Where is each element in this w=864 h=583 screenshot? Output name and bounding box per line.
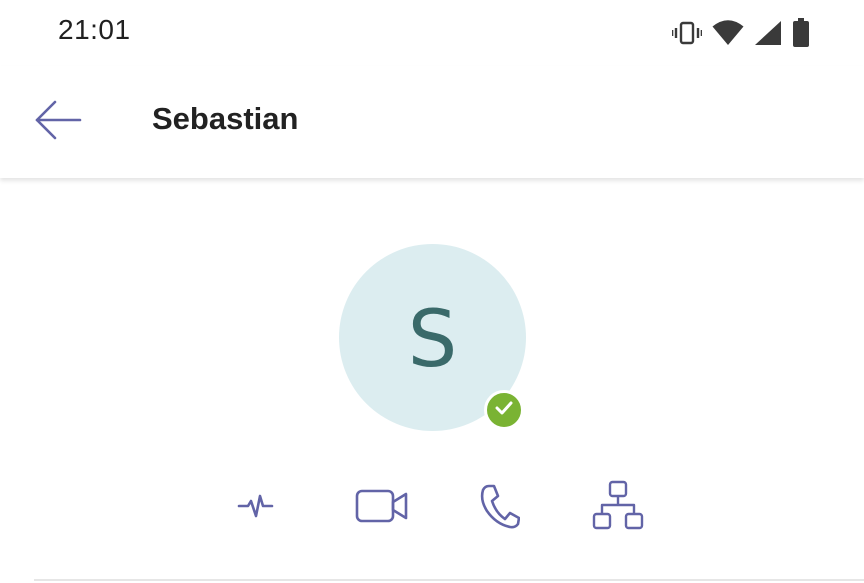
- activity-button[interactable]: [232, 478, 280, 538]
- back-button[interactable]: [30, 94, 86, 150]
- divider: [34, 579, 864, 581]
- org-chart-icon: [592, 480, 644, 537]
- status-bar: 21:01: [0, 0, 864, 66]
- app-bar: Sebastian: [0, 66, 864, 178]
- cellular-signal-icon: [754, 20, 782, 46]
- org-chart-button[interactable]: [592, 478, 644, 538]
- battery-icon: [792, 18, 810, 48]
- presence-badge: [484, 390, 524, 430]
- status-icons: [672, 17, 810, 49]
- arrow-left-icon: [34, 100, 82, 145]
- video-camera-icon: [355, 488, 409, 529]
- avatar-initial: S: [407, 294, 458, 385]
- wifi-icon: [712, 20, 744, 46]
- profile-screen: 21:01 Sebastian S: [0, 0, 864, 583]
- action-row: [0, 478, 864, 538]
- video-call-button[interactable]: [355, 478, 409, 538]
- vibrate-icon: [672, 20, 702, 46]
- activity-pulse-icon: [236, 488, 276, 529]
- status-time: 21:01: [58, 14, 131, 45]
- page-title: Sebastian: [152, 101, 299, 136]
- phone-icon: [478, 483, 521, 534]
- checkmark-icon: [495, 401, 513, 420]
- audio-call-button[interactable]: [477, 478, 521, 538]
